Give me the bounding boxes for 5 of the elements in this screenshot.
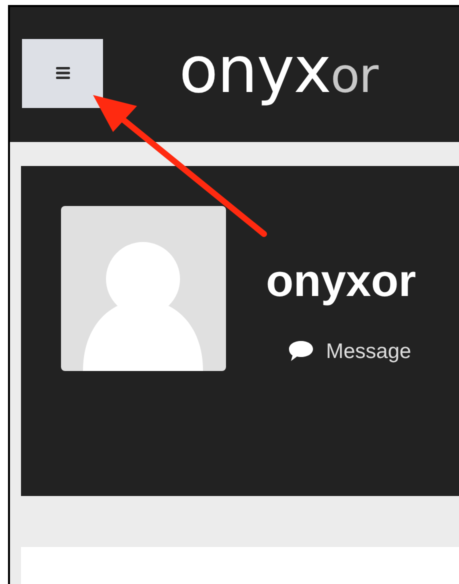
profile-name: onyxor	[266, 258, 416, 303]
message-button[interactable]: Message	[288, 340, 416, 362]
menu-button[interactable]	[22, 38, 103, 108]
speech-bubble-icon	[288, 340, 314, 362]
menu-icon	[56, 67, 70, 79]
